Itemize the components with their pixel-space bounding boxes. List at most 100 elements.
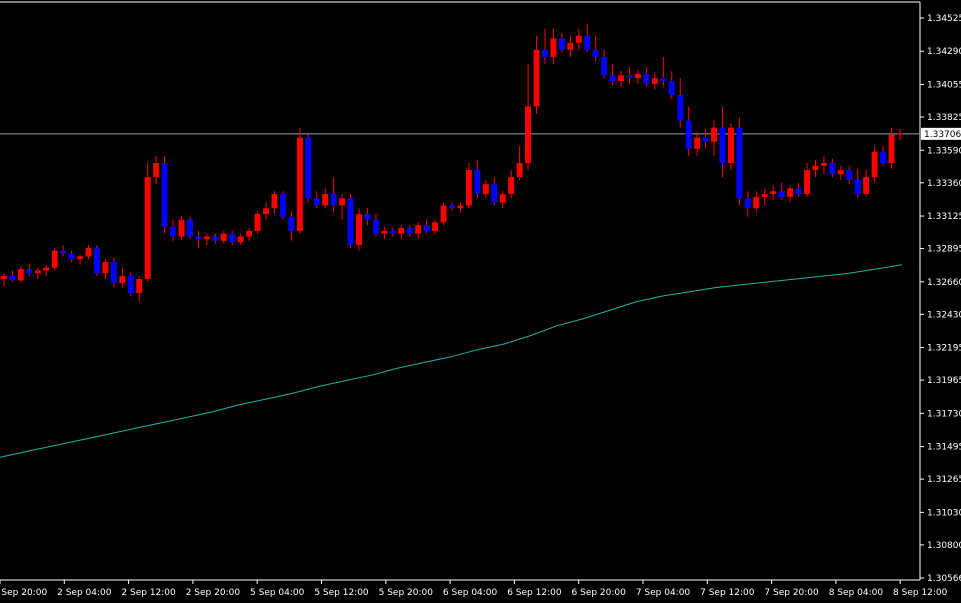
- y-tick-label: 1.30800: [927, 541, 961, 551]
- bull-candle: [237, 236, 244, 243]
- bull-candle: [525, 106, 531, 163]
- bull-candle: [398, 228, 405, 234]
- bull-candle: [144, 177, 151, 279]
- bull-candle: [728, 127, 734, 163]
- y-tick-label: 1.32195: [927, 344, 961, 354]
- bull-candle: [871, 151, 878, 178]
- candlestick-chart: 1.34525 1.34290 1.34055 1.33825 1.33590 1.333…: [0, 1, 961, 598]
- bull-candle: [897, 133, 903, 135]
- bear-candle: [280, 194, 286, 217]
- y-tick-label: 1.32430: [927, 310, 961, 320]
- y-tick-label: 1.32660: [927, 278, 961, 288]
- bull-candle: [339, 198, 346, 206]
- bear-candle: [668, 80, 675, 95]
- bull-candle: [17, 269, 24, 281]
- bull-candle: [651, 78, 658, 84]
- bull-candle: [85, 247, 92, 257]
- bull-candle: [263, 208, 269, 214]
- current-price-label: 1.33706: [924, 130, 961, 140]
- bull-candle: [77, 256, 83, 260]
- bull-candle: [694, 137, 701, 149]
- bull-candle: [753, 196, 760, 209]
- x-tick-label: 2 Sep 04:00: [57, 588, 112, 598]
- bull-candle: [575, 35, 582, 43]
- bull-candle: [761, 194, 768, 197]
- bear-candle: [373, 219, 379, 234]
- x-tick-label: 1 Sep 20:00: [0, 588, 47, 598]
- x-tick-label: 5 Sep 04:00: [250, 588, 305, 598]
- bear-candle: [127, 276, 134, 294]
- moving-average-line: [0, 264, 903, 458]
- bull-candle: [508, 177, 515, 195]
- bear-candle: [474, 170, 481, 195]
- bull-candle: [246, 230, 253, 237]
- bull-candle: [34, 270, 41, 274]
- bull-candle: [178, 219, 185, 237]
- x-tick-label: 6 Sep 12:00: [507, 588, 562, 598]
- bear-candle: [829, 163, 836, 175]
- bear-candle: [423, 225, 430, 231]
- bear-candle: [389, 230, 396, 234]
- bull-candle: [533, 49, 540, 107]
- bull-candle: [203, 236, 210, 240]
- bull-candle: [711, 127, 717, 142]
- bear-candle: [170, 226, 176, 237]
- bear-candle: [195, 236, 202, 240]
- bear-candle: [313, 198, 320, 206]
- bull-candle: [51, 250, 58, 268]
- bear-candle: [364, 213, 371, 220]
- bull-candle: [567, 42, 574, 50]
- bear-candle: [592, 49, 599, 57]
- bear-candle: [880, 151, 886, 163]
- bear-candle: [229, 233, 236, 243]
- bear-candle: [643, 73, 650, 84]
- x-tick-label: 7 Sep 12:00: [700, 588, 755, 598]
- y-tick-label: 1.33825: [927, 113, 961, 123]
- y-tick-label: 1.31265: [927, 475, 961, 485]
- x-tick-label: 7 Sep 04:00: [636, 588, 691, 598]
- bull-candle: [837, 170, 844, 175]
- bull-candle: [415, 225, 422, 234]
- bull-candle: [618, 75, 624, 81]
- bear-candle: [305, 137, 312, 199]
- bull-candle: [863, 177, 870, 195]
- bear-candle: [744, 198, 751, 209]
- bull-candle: [119, 276, 126, 284]
- bear-candle: [60, 250, 67, 254]
- bull-candle: [136, 279, 143, 294]
- y-tick-label: 1.31730: [927, 409, 961, 419]
- bull-candle: [102, 262, 109, 274]
- bull-candle: [635, 73, 641, 79]
- bear-candle: [685, 120, 692, 149]
- bear-candle: [626, 75, 633, 79]
- bull-candle: [296, 137, 303, 231]
- y-tick-label: 1.34525: [927, 14, 961, 24]
- x-tick-label: 2 Sep 12:00: [121, 588, 176, 598]
- bull-candle: [888, 134, 895, 163]
- x-tick-label: 5 Sep 12:00: [314, 588, 369, 598]
- bull-candle: [381, 230, 388, 234]
- chart-window: 1.34525 1.34290 1.34055 1.33825 1.33590 1.333…: [0, 0, 961, 603]
- bull-candle: [770, 191, 777, 195]
- bear-candle: [212, 236, 219, 241]
- bear-candle: [609, 75, 616, 81]
- bull-candle: [821, 163, 827, 166]
- bull-candle: [812, 165, 819, 170]
- bull-candle: [153, 163, 160, 178]
- x-tick-label: 6 Sep 20:00: [572, 588, 627, 598]
- y-tick-label: 1.33590: [927, 146, 961, 156]
- bull-candle: [440, 205, 447, 223]
- y-tick-label: 1.34290: [927, 47, 961, 57]
- bear-candle: [26, 269, 33, 274]
- bear-candle: [110, 262, 117, 284]
- bear-candle: [736, 127, 743, 199]
- bull-candle: [220, 233, 227, 241]
- bull-candle: [465, 170, 472, 206]
- bear-candle: [161, 163, 168, 227]
- y-tick-label: 1.32895: [927, 245, 961, 255]
- y-tick-label: 1.33360: [927, 179, 961, 189]
- bull-candle: [356, 213, 362, 245]
- x-tick-label: 5 Sep 20:00: [379, 588, 434, 598]
- bear-candle: [660, 78, 667, 81]
- bear-candle: [795, 188, 802, 195]
